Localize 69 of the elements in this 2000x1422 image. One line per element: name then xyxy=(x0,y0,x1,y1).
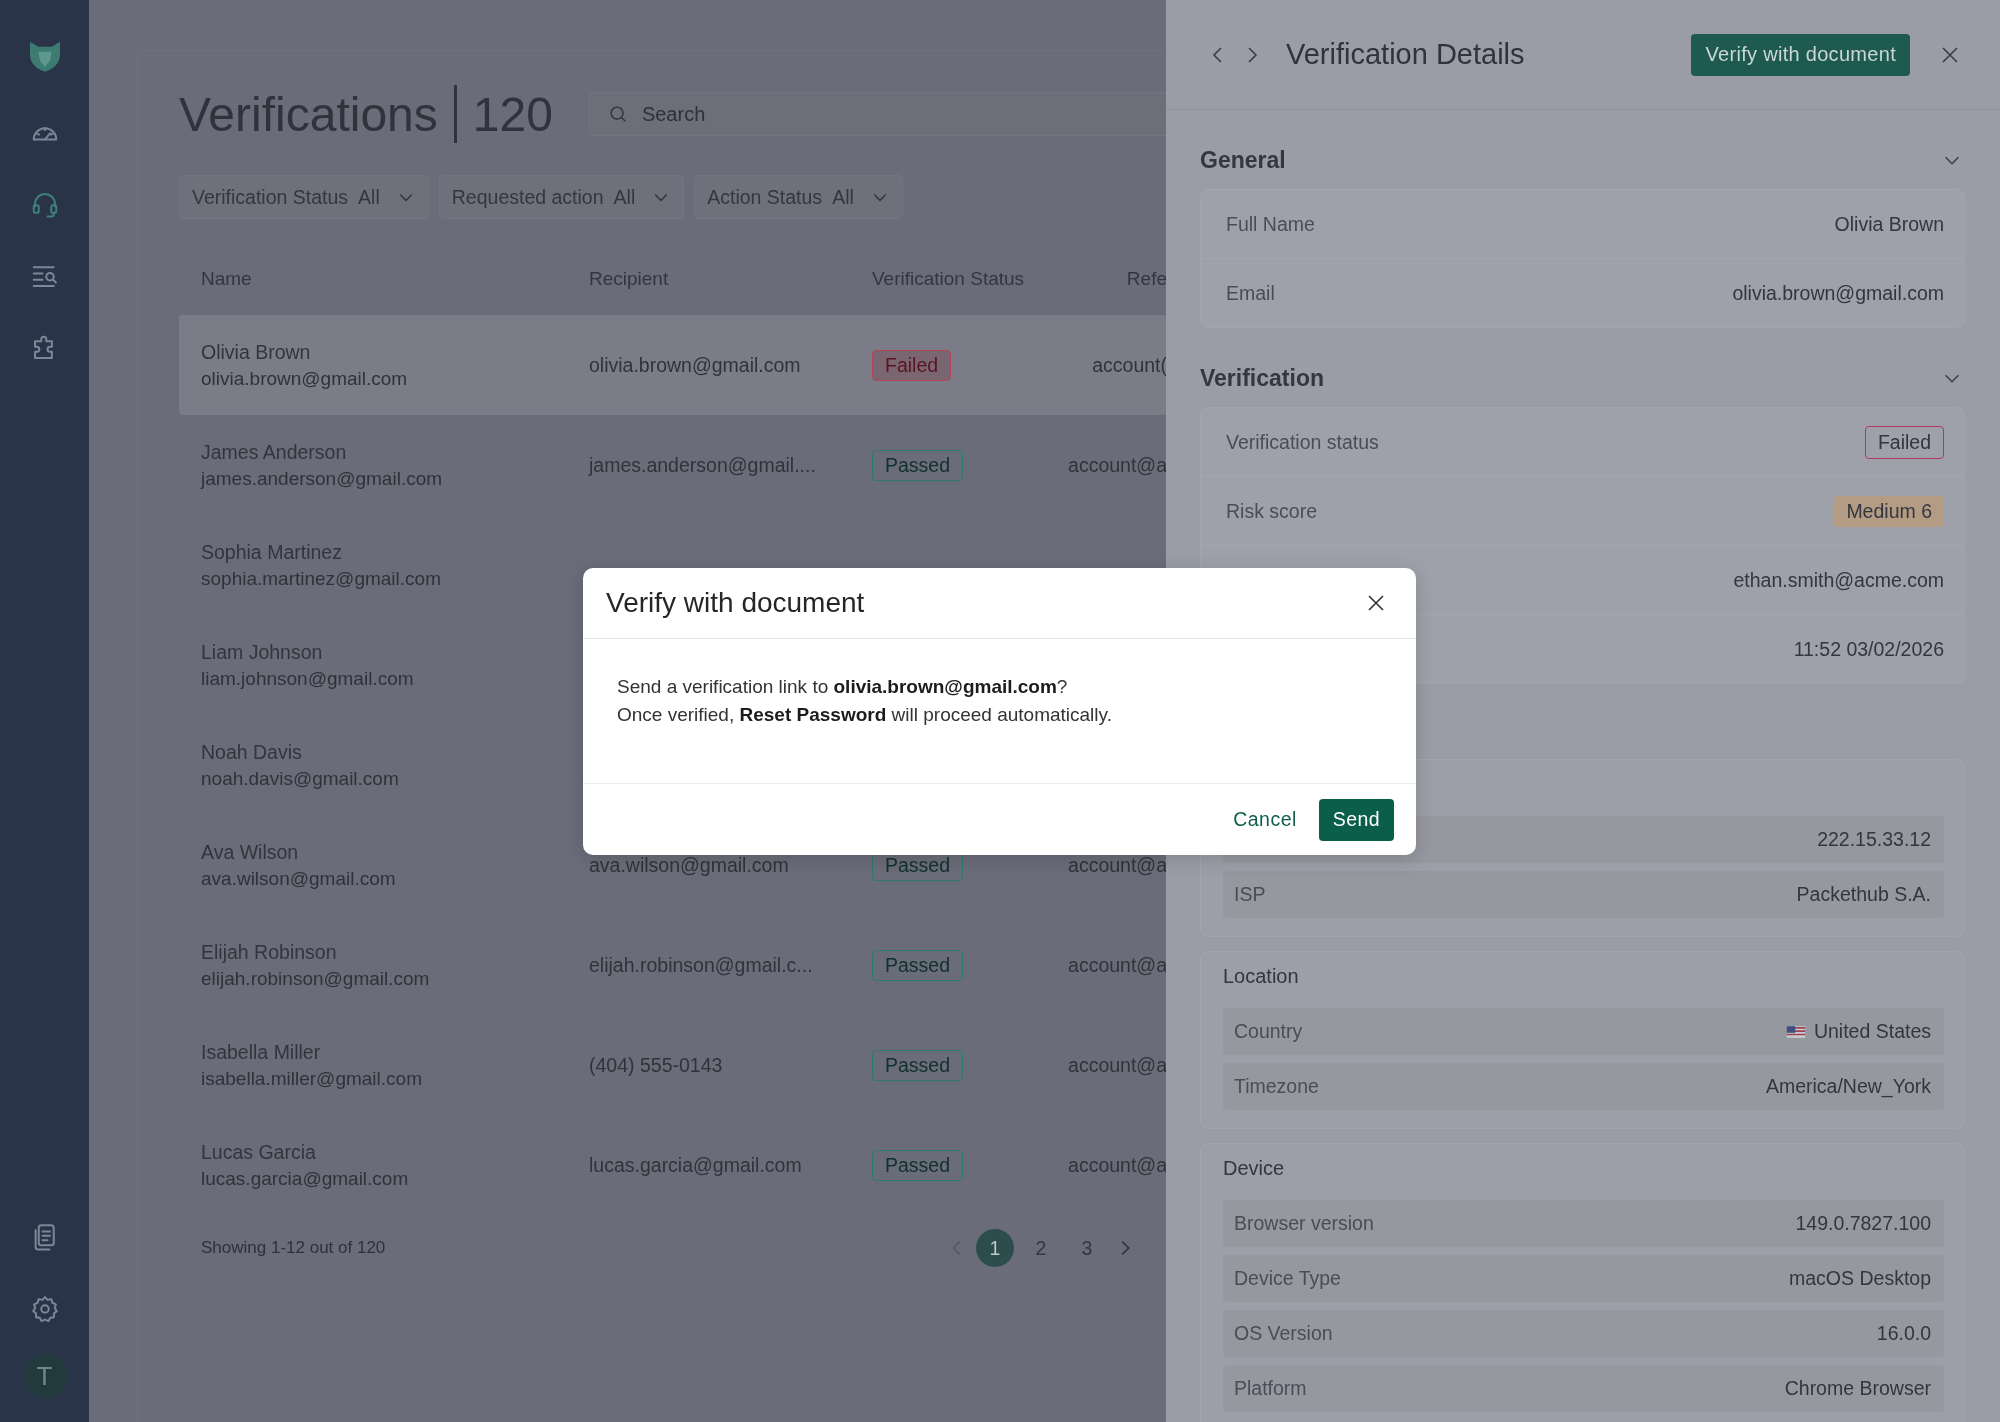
column-header: Verification Status xyxy=(871,268,1026,290)
recipient-text: james.anderson@gmail.... xyxy=(589,453,816,476)
field-value: ethan.smith@acme.com xyxy=(1733,568,1944,592)
person-name: Isabella Miller xyxy=(201,1040,322,1064)
field-value: olivia.brown@gmail.com xyxy=(1732,281,1944,305)
person-name: James Anderson xyxy=(201,440,348,464)
person-name: Olivia Brown xyxy=(201,340,312,364)
person-name: Noah Davis xyxy=(201,740,303,764)
recipient-text: olivia.brown@gmail.com xyxy=(589,353,801,376)
message-text: Once verified, Reset Password will proceed automatically. xyxy=(617,703,1113,727)
field-label: Email xyxy=(1226,281,1275,305)
person-email: noah.davis@gmail.com xyxy=(201,767,400,790)
field-label: Timezone xyxy=(1234,1075,1319,1098)
person-email: olivia.brown@gmail.com xyxy=(201,367,409,390)
person-name: Lucas Garcia xyxy=(201,1140,317,1164)
field-label: Platform xyxy=(1234,1377,1307,1400)
status-badge: Passed xyxy=(872,449,964,481)
field-label: OS Version xyxy=(1234,1322,1333,1345)
person-email: sophia.martinez@gmail.com xyxy=(201,567,442,590)
panel-title: Verification Details xyxy=(1286,38,1525,71)
field-value: America/New_York xyxy=(1765,1075,1931,1098)
group-title: Device xyxy=(1223,1156,1285,1180)
field-label: Browser version xyxy=(1234,1212,1374,1235)
field-value: macOS Desktop xyxy=(1789,1267,1931,1290)
count-text: 120 xyxy=(472,86,553,142)
person-name: Ava Wilson xyxy=(201,840,300,864)
field-value: 11:52 03/02/2026 xyxy=(1793,637,1944,661)
message-text: Send a verification link to olivia.brown@gmail.com? xyxy=(617,675,1069,699)
field-value: Olivia Brown xyxy=(1834,212,1944,236)
field-value: 149.0.7827.100 xyxy=(1795,1212,1931,1235)
dialog-title: Verify with document xyxy=(606,587,865,619)
column-header: Recipient xyxy=(589,268,670,290)
person-email: liam.johnson@gmail.com xyxy=(201,667,415,690)
group-title: Location xyxy=(1223,964,1299,988)
person-email: lucas.garcia@gmail.com xyxy=(201,1167,410,1190)
status-badge: Passed xyxy=(872,949,964,981)
person-name: Sophia Martinez xyxy=(201,540,343,564)
field-label: Full Name xyxy=(1226,212,1315,236)
person-email: isabella.miller@gmail.com xyxy=(201,1067,423,1090)
field-label: Risk score xyxy=(1226,499,1318,523)
field-label: Device Type xyxy=(1234,1267,1341,1290)
field-value: Chrome Browser xyxy=(1784,1377,1931,1400)
column-header: Name xyxy=(200,268,253,290)
person-name: Elijah Robinson xyxy=(201,940,338,964)
recipient-text: (404) 555-0143 xyxy=(589,1053,723,1076)
person-email: james.anderson@gmail.com xyxy=(201,467,444,490)
status-badge: Failed xyxy=(872,349,952,381)
recipient-text: elijah.robinson@gmail.c... xyxy=(589,953,813,976)
field-label: Verification status xyxy=(1226,430,1379,454)
section-title: Verification xyxy=(1200,364,1324,392)
results-summary: Showing 1-12 out of 120 xyxy=(201,1238,387,1258)
field-value: Packethub S.A. xyxy=(1796,883,1931,906)
status-badge: Passed xyxy=(872,1049,964,1081)
field-value: United States xyxy=(1813,1020,1931,1043)
section-title: General xyxy=(1200,146,1286,174)
person-email: ava.wilson@gmail.com xyxy=(201,867,397,890)
person-email: elijah.robinson@gmail.com xyxy=(201,967,431,990)
column-header: Refe xyxy=(1125,268,1166,290)
page-title: Verifications xyxy=(179,86,438,142)
field-label: Country xyxy=(1234,1020,1303,1043)
field-value: 222.15.33.12 xyxy=(1817,828,1931,851)
field-label: ISP xyxy=(1234,883,1266,906)
recipient-text: lucas.garcia@gmail.com xyxy=(589,1153,802,1176)
status-badge: Failed xyxy=(1864,425,1944,459)
status-badge: Passed xyxy=(872,1149,964,1181)
person-name: Liam Johnson xyxy=(201,640,324,664)
field-value: 16.0.0 xyxy=(1876,1322,1931,1345)
recipient-text: ava.wilson@gmail.com xyxy=(589,853,789,876)
risk-badge: Medium 6 xyxy=(1834,495,1944,527)
